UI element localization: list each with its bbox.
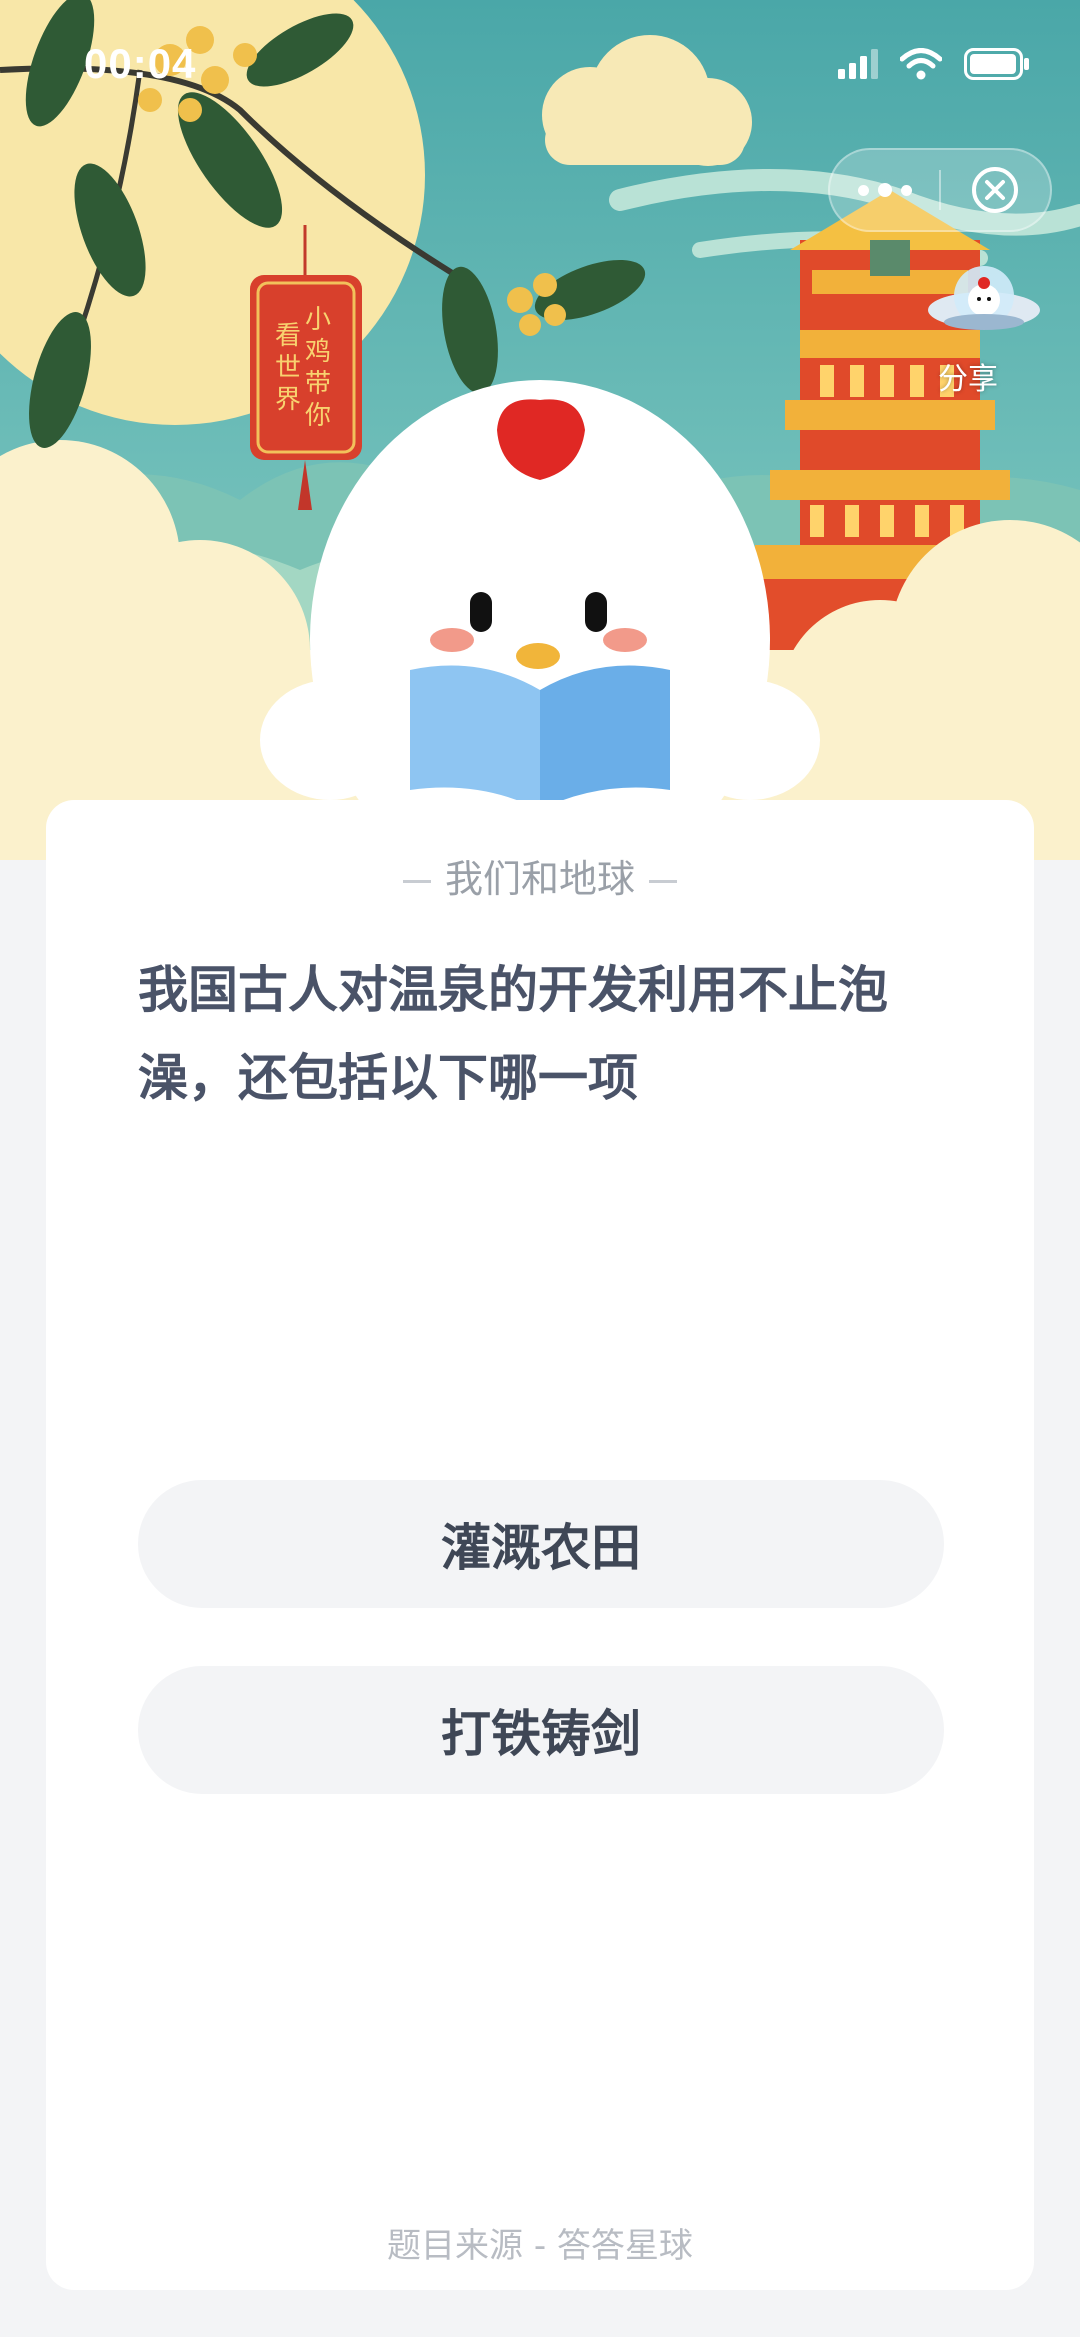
question-source: 题目来源 - 答答星球	[387, 2226, 693, 2266]
battery-icon	[964, 48, 1030, 84]
status-icons	[838, 48, 1030, 84]
category-dash-right	[649, 880, 677, 883]
mini-program-capsule	[828, 148, 1052, 232]
svg-text:界: 界	[275, 385, 301, 415]
svg-text:看: 看	[275, 321, 301, 351]
answer-option-1[interactable]: 灌溉农田	[138, 1480, 944, 1608]
category-title: 我们和地球	[444, 857, 635, 901]
share-label: 分享	[938, 362, 998, 397]
question-card: 我们和地球 我国古人对温泉的开发利用不止泡澡，还包括以下哪一项 灌溉农田 打铁铸…	[46, 800, 1034, 2290]
quiz-screen: 小 鸡 带 你 看 世 界 00:04 分享 我们和地球 我国古人对温泉的开发利…	[0, 0, 1080, 2337]
svg-text:小: 小	[305, 305, 331, 335]
svg-text:鸡: 鸡	[305, 337, 331, 367]
svg-text:带: 带	[305, 369, 331, 399]
question-text: 我国古人对温泉的开发利用不止泡澡，还包括以下哪一项	[138, 961, 888, 1107]
wifi-icon	[899, 48, 943, 84]
svg-text:世: 世	[275, 353, 301, 383]
more-dots-icon[interactable]	[830, 150, 939, 230]
share-button[interactable]: 分享	[922, 252, 1046, 402]
answer-option-2[interactable]: 打铁铸剑	[138, 1666, 944, 1794]
svg-text:你: 你	[305, 401, 331, 431]
status-time: 00:04	[84, 40, 197, 87]
answer-option-label: 打铁铸剑	[441, 1705, 641, 1763]
category-header: 我们和地球	[46, 848, 1034, 903]
close-circle-icon[interactable]	[941, 150, 1050, 230]
signal-icon	[838, 49, 878, 83]
answer-option-label: 灌溉农田	[441, 1519, 641, 1577]
ufo-chick-icon	[928, 266, 1040, 330]
category-dash-left	[402, 880, 431, 883]
status-bar: 00:04	[0, 0, 1080, 130]
